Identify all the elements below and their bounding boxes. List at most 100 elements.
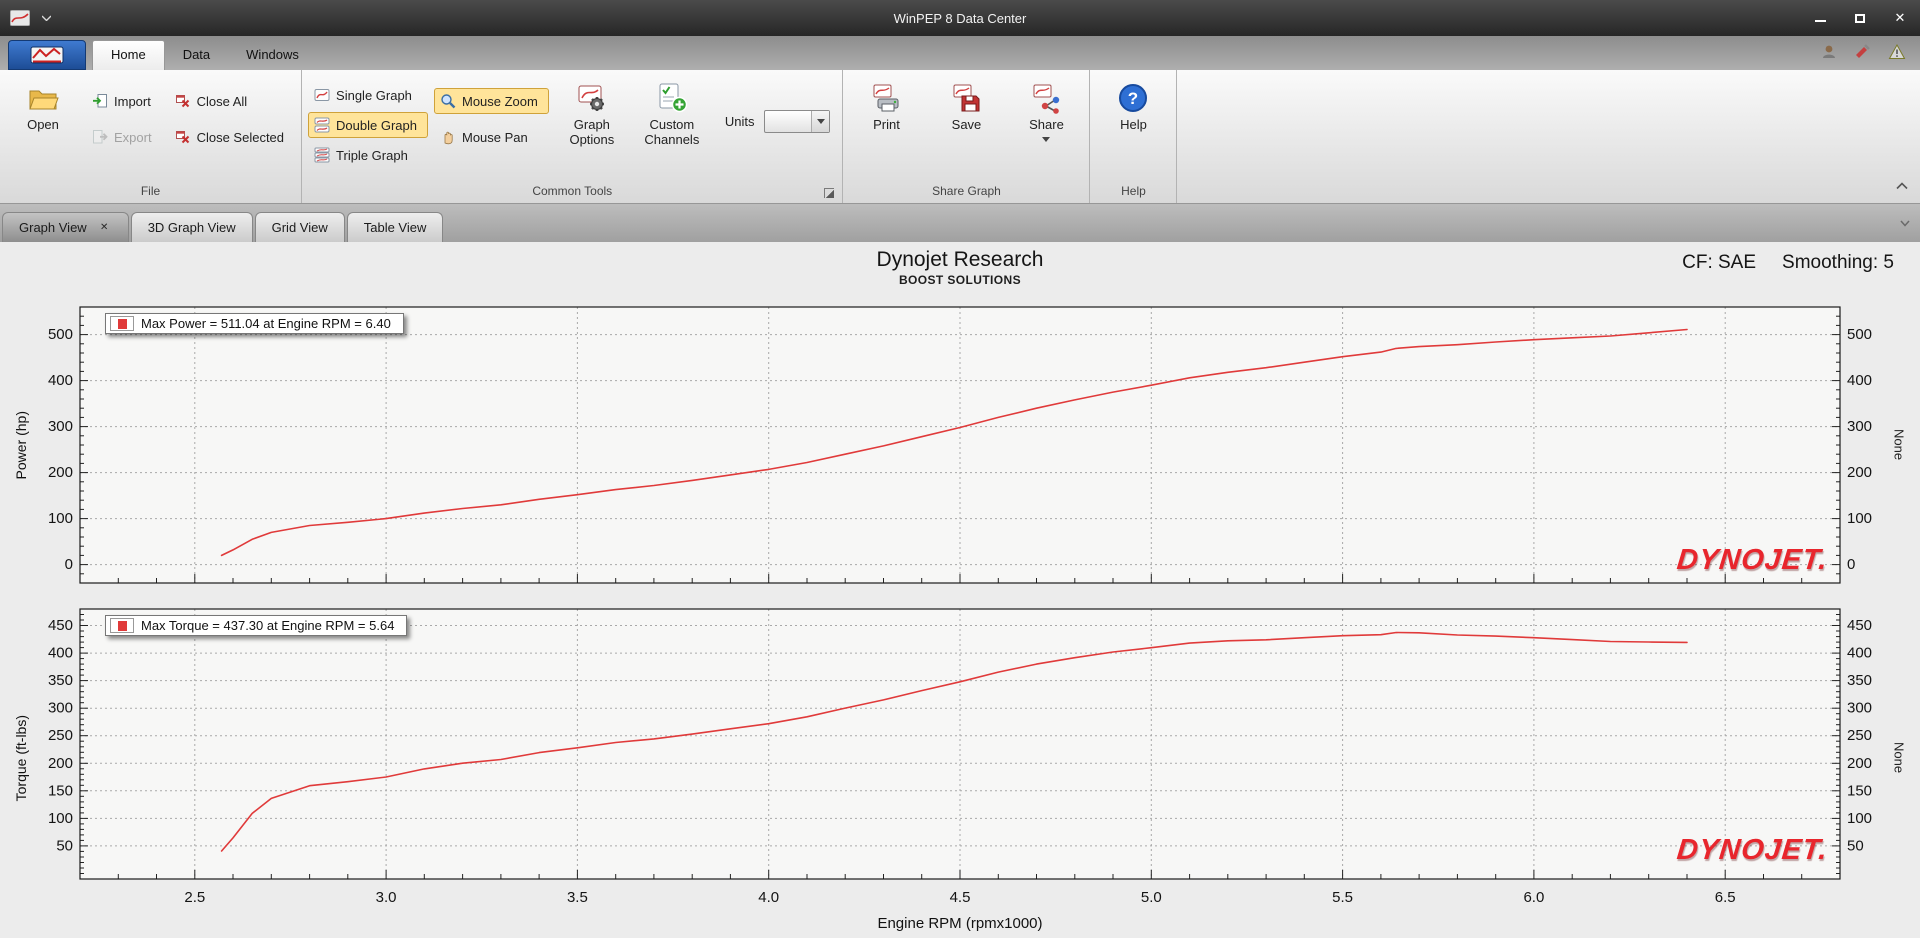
units-label: Units (724, 113, 755, 129)
ribbon-tab-data[interactable]: Data (165, 41, 228, 70)
custom-channels-label: Custom Channels (644, 117, 700, 147)
mouse-zoom-button[interactable]: Mouse Zoom (433, 88, 549, 114)
help-icon: ? (1119, 84, 1148, 112)
y-tick-label: 50 (56, 837, 73, 854)
open-button[interactable]: Open (6, 74, 80, 137)
close-selected-label: Close Selected (196, 129, 285, 145)
y-tick-label: 200 (48, 464, 73, 481)
y-tick-label-right: 200 (1847, 464, 1872, 481)
tab-grid-view[interactable]: Grid View (254, 212, 345, 242)
user-icon[interactable] (1820, 43, 1838, 61)
y-tick-label: 500 (48, 326, 73, 343)
y-tick-label: 100 (48, 810, 73, 827)
close-all-icon (175, 95, 189, 108)
mouse-zoom-icon (441, 94, 456, 109)
tools-icon[interactable] (1854, 43, 1872, 61)
maximize-icon (1855, 13, 1865, 23)
power-plot-area[interactable]: 0 0 100 100 200 200 300 300 400 400 500 500 (34, 301, 1886, 589)
torque-plot-area[interactable]: 50 50 100 100 150 150 200 200 250 250 300 300 350 350… (34, 603, 1886, 913)
x-tick-label: 6.0 (1523, 889, 1544, 906)
export-button[interactable]: Export (86, 124, 163, 150)
double-graph-icon (314, 117, 330, 133)
quick-access-chevron-icon[interactable] (42, 15, 51, 21)
torque-right-axis-title: None (1891, 742, 1907, 774)
file-group-label: File (140, 184, 161, 198)
tab-graph-view[interactable]: Graph View ✕ (2, 212, 129, 242)
svg-text:?: ? (1128, 89, 1138, 108)
y-tick-label: 200 (48, 755, 73, 772)
print-icon (873, 84, 899, 112)
x-axis-title: Engine RPM (rpmx1000) (877, 915, 1043, 932)
units-dropdown[interactable] (764, 109, 831, 133)
power-right-axis-title: None (1891, 429, 1907, 461)
alert-icon[interactable] (1888, 43, 1906, 61)
ribbon: Open Import Export Close All Close Selec… (0, 70, 1920, 204)
mouse-pan-button[interactable]: Mouse Pan (434, 124, 549, 150)
close-selected-button[interactable]: Close Selected (169, 124, 295, 150)
triple-graph-icon (314, 147, 330, 163)
y-tick-label: 400 (48, 645, 73, 662)
ribbon-group-share-graph: Print Save Share Share Graph (843, 70, 1091, 203)
share-button[interactable]: Share (1009, 74, 1083, 146)
x-tick-label: 4.5 (950, 889, 971, 906)
y-tick-label-right: 300 (1847, 700, 1872, 717)
common-tools-label-text: Common Tools (532, 184, 613, 198)
tab-3d-graph-view[interactable]: 3D Graph View (130, 212, 253, 242)
tab-close-icon[interactable]: ✕ (97, 220, 112, 235)
y-tick-label: 250 (48, 727, 73, 744)
smoothing-value: Smoothing: 5 (1782, 252, 1894, 273)
close-button[interactable]: ✕ (1880, 4, 1920, 32)
mouse-pan-label: Mouse Pan (461, 129, 528, 145)
import-label: Import (114, 93, 151, 109)
graph-subtitle: BOOST SOLUTIONS (898, 273, 1021, 287)
dynojet-watermark: DYNOJET. (1675, 544, 1830, 576)
share-dropdown-icon[interactable] (1042, 136, 1051, 142)
custom-channels-button[interactable]: Custom Channels (635, 74, 709, 152)
x-tick-label: 5.0 (1141, 889, 1162, 906)
open-folder-icon (29, 90, 59, 110)
ribbon-group-help: ? Help Help (1090, 70, 1178, 203)
units-dropdown-arrow[interactable] (811, 110, 830, 132)
torque-legend: Max Torque = 437.30 at Engine RPM = 5.64 (105, 615, 408, 636)
minimize-icon (1814, 20, 1826, 22)
open-label: Open (27, 117, 59, 132)
graph-options-button[interactable]: Graph Options (555, 74, 629, 152)
print-button[interactable]: Print (849, 74, 923, 137)
ribbon-tab-home[interactable]: Home (92, 40, 165, 70)
single-graph-button[interactable]: Single Graph (308, 82, 428, 108)
close-all-button[interactable]: Close All (169, 88, 295, 114)
x-tick-label: 2.5 (184, 889, 205, 906)
import-button[interactable]: Import (86, 88, 163, 114)
ribbon-group-common-tools: Single Graph Double Graph Triple Graph M… (302, 70, 844, 203)
help-button[interactable]: ? Help (1096, 74, 1170, 137)
collapse-ribbon-button[interactable] (1896, 177, 1908, 195)
ribbon-tab-windows[interactable]: Windows (228, 41, 317, 70)
save-button[interactable]: Save (929, 74, 1003, 137)
import-icon (93, 94, 107, 108)
tab-graph-view-label: Graph View (19, 220, 87, 235)
x-tick-label: 3.5 (567, 889, 588, 906)
dialog-launcher-icon[interactable] (824, 188, 835, 198)
close-all-label: Close All (196, 93, 248, 109)
graph-header: Dynojet Research BOOST SOLUTIONS CF: SAE… (0, 246, 1920, 293)
help-label: Help (1120, 117, 1147, 132)
app-icon (10, 10, 30, 26)
minimize-button[interactable] (1800, 4, 1840, 32)
application-menu-button[interactable] (8, 40, 86, 70)
y-tick-label-right: 0 (1847, 556, 1855, 573)
single-graph-label: Single Graph (336, 87, 412, 103)
x-tick-label: 4.0 (758, 889, 779, 906)
document-tab-bar: Graph View ✕ 3D Graph View Grid View Tab… (0, 204, 1920, 242)
chevron-down-icon (816, 118, 825, 124)
y-tick-label-right: 400 (1847, 645, 1872, 662)
chevron-up-icon (1896, 182, 1908, 190)
maximize-button[interactable] (1840, 4, 1880, 32)
tab-list-button[interactable] (1900, 214, 1910, 232)
triple-graph-button[interactable]: Triple Graph (308, 142, 428, 168)
tab-table-view[interactable]: Table View (346, 212, 444, 242)
window-title: WinPEP 8 Data Center (893, 10, 1027, 26)
double-graph-button[interactable]: Double Graph (308, 112, 428, 138)
torque-y-axis-title: Torque (ft-lbs) (13, 714, 29, 802)
save-label: Save (951, 117, 982, 132)
triple-graph-label: Triple Graph (336, 147, 408, 163)
